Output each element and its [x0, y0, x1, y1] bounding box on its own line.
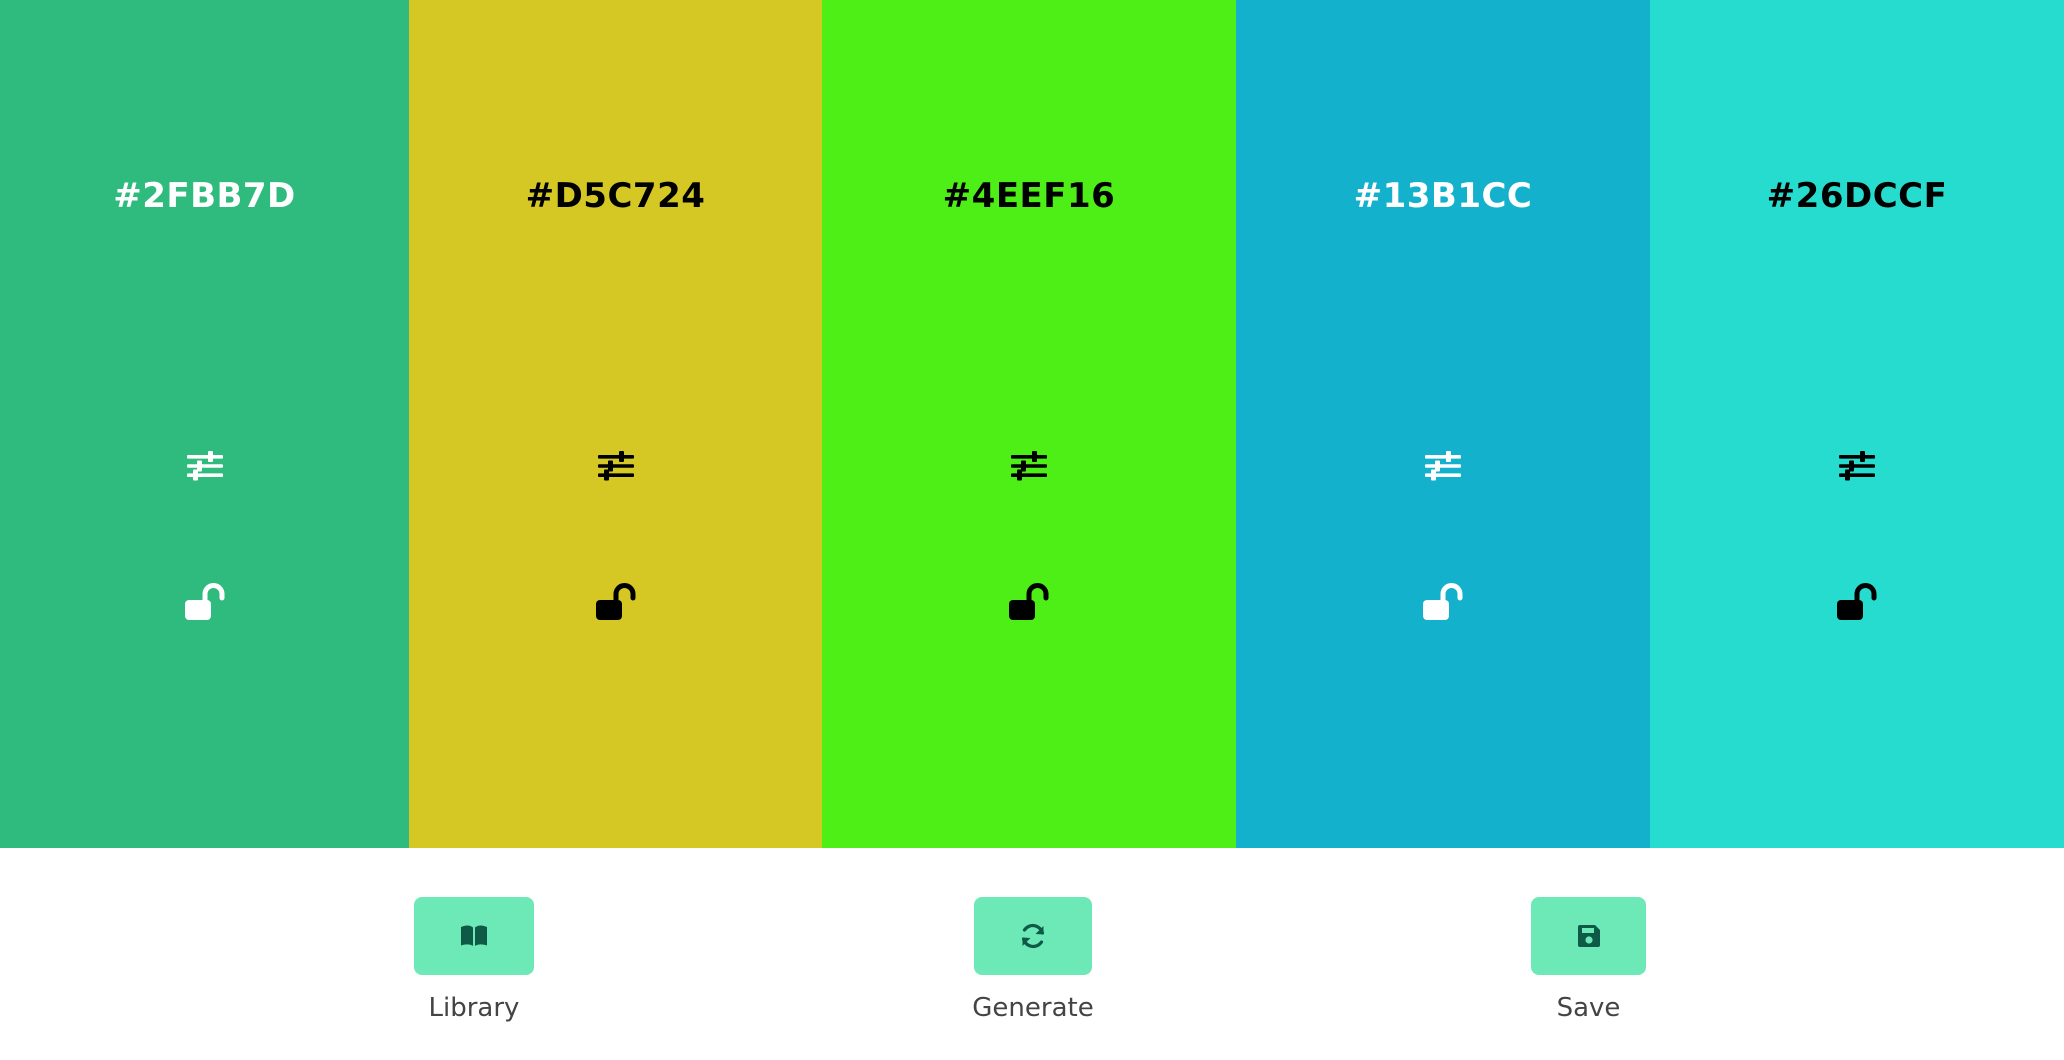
- bottom-toolbar: Library Generate Save: [0, 848, 2064, 1060]
- hex-code[interactable]: #26DCCF: [1650, 176, 2064, 216]
- save-label: Save: [1556, 993, 1621, 1023]
- unlock-icon[interactable]: [1835, 582, 1879, 622]
- hex-code[interactable]: #2FBB7D: [0, 176, 409, 216]
- library-label: Library: [428, 993, 520, 1023]
- sliders-icon[interactable]: [1837, 448, 1877, 484]
- unlock-icon[interactable]: [1421, 582, 1465, 622]
- unlock-icon[interactable]: [1007, 582, 1051, 622]
- generate-button[interactable]: [974, 897, 1092, 975]
- sliders-icon[interactable]: [185, 448, 225, 484]
- floppy-disk-icon: [1573, 920, 1605, 952]
- save-tool: Save: [1531, 897, 1646, 1023]
- refresh-icon: [1017, 920, 1049, 952]
- hex-code[interactable]: #4EEF16: [822, 176, 1236, 216]
- color-swatch-2: #D5C724: [409, 0, 822, 848]
- generate-tool: Generate: [972, 897, 1094, 1023]
- color-swatch-1: #2FBB7D: [0, 0, 409, 848]
- generate-label: Generate: [972, 993, 1094, 1023]
- library-button[interactable]: [414, 897, 534, 975]
- color-swatch-4: #13B1CC: [1236, 0, 1650, 848]
- hex-code[interactable]: #D5C724: [409, 176, 822, 216]
- sliders-icon[interactable]: [596, 448, 636, 484]
- library-tool: Library: [414, 897, 534, 1023]
- sliders-icon[interactable]: [1009, 448, 1049, 484]
- unlock-icon[interactable]: [594, 582, 638, 622]
- unlock-icon[interactable]: [183, 582, 227, 622]
- color-palette: #2FBB7D #D5C724 #4EEF16 #13B1CC #26DCCF: [0, 0, 2064, 848]
- hex-code[interactable]: #13B1CC: [1236, 176, 1650, 216]
- save-button[interactable]: [1531, 897, 1646, 975]
- color-swatch-3: #4EEF16: [822, 0, 1236, 848]
- book-open-icon: [458, 920, 490, 952]
- sliders-icon[interactable]: [1423, 448, 1463, 484]
- color-swatch-5: #26DCCF: [1650, 0, 2064, 848]
